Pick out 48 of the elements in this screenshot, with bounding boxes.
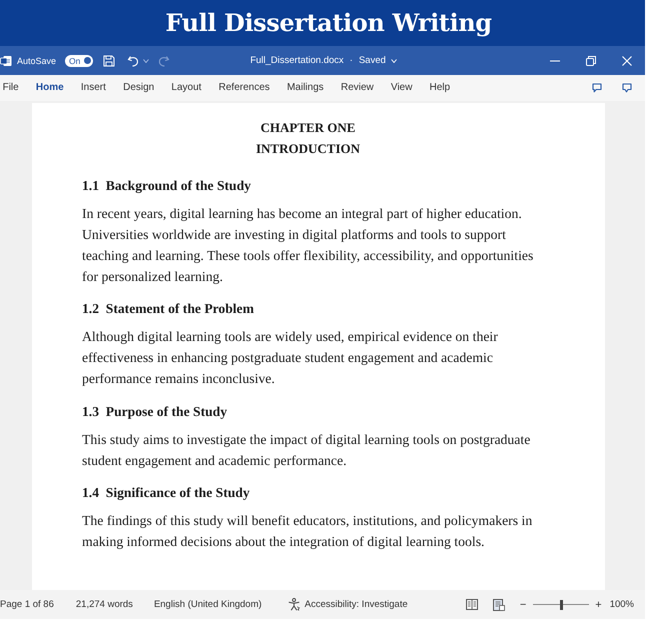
language-status[interactable]: English (United Kingdom) [154, 599, 262, 610]
body-paragraph: Although digital learning tools are widely used, empirical evidence on their effectiveness in enhancing postgraduate student engagement and academic performance remains inconclusive. [82, 328, 499, 388]
caret-icon [390, 58, 397, 62]
ribbon-tab[interactable]: Home [27, 78, 72, 98]
section-heading: 1.2 Statement of the Problem [82, 300, 255, 318]
comment-icon[interactable] [622, 83, 632, 93]
banner-title: Full Dissertation Writing [165, 7, 492, 39]
page-icon[interactable] [492, 598, 505, 610]
zoom-percentage[interactable]: 100% [610, 599, 634, 610]
undo-icon[interactable] [127, 54, 140, 66]
minimize-icon[interactable] [550, 60, 560, 62]
chapter-heading: INTRODUCTION [254, 140, 361, 158]
accessibility-icon[interactable] [288, 598, 300, 611]
ribbon-tab[interactable]: Layout [162, 78, 210, 98]
save-status-button[interactable]: Saved [358, 55, 397, 66]
save-icon[interactable] [103, 54, 116, 66]
book-icon[interactable] [466, 599, 478, 610]
autosave-toggle[interactable]: On [65, 54, 94, 66]
ribbon-tab[interactable]: Review [332, 78, 382, 98]
restore-icon[interactable] [586, 56, 596, 66]
section-heading: 1.3 Purpose of the Study [82, 402, 228, 421]
section-heading: 1.4 Significance of the Study [82, 484, 251, 502]
accessibility-status[interactable]: Accessibility: Investigate [304, 599, 408, 610]
close-icon[interactable] [622, 56, 632, 66]
zoom-in-button[interactable]: + [595, 598, 602, 610]
ribbon-tab[interactable]: View [382, 78, 421, 98]
ribbon-tab[interactable]: References [210, 78, 278, 98]
redo-icon [158, 54, 170, 66]
ribbon-tab[interactable]: Insert [72, 78, 114, 98]
ribbon-tab[interactable]: Design [114, 78, 163, 98]
app-icon[interactable] [0, 54, 12, 66]
ribbon-tab[interactable]: File [0, 78, 28, 98]
ribbon-tab[interactable]: Mailings [278, 78, 332, 98]
caret-icon[interactable] [143, 58, 150, 62]
body-paragraph: This study aims to investigate the impact of digital learning tools on postgraduate student engagement and academic performance. [82, 430, 532, 470]
zoom-out-button[interactable]: − [520, 598, 526, 610]
autosave-label: AutoSave [17, 56, 56, 66]
title-separator: · [350, 55, 353, 66]
body-paragraph: In recent years, digital learning has become an integral part of higher education. Universities worldwide are investing in digital platforms and tools to support teaching and learning. These tools offer flexibility, accessibility, and opportunities for personalized learning. [82, 204, 534, 286]
chapter-heading: CHAPTER ONE [260, 119, 356, 137]
ribbon-tab[interactable]: Help [420, 78, 459, 98]
document-filename: Full_Dissertation.docx [250, 55, 344, 66]
page-count[interactable]: Page 1 of 86 [0, 599, 54, 610]
zoom-slider-thumb[interactable] [560, 600, 563, 610]
body-paragraph: The findings of this study will benefit educators, institutions, and policymakers in making informed decisions about the integration of digital learning tools. [82, 512, 534, 551]
section-heading: 1.1 Background of the Study [82, 176, 252, 195]
comment-icon[interactable] [592, 83, 602, 93]
word-count[interactable]: 21,274 words [76, 599, 133, 610]
